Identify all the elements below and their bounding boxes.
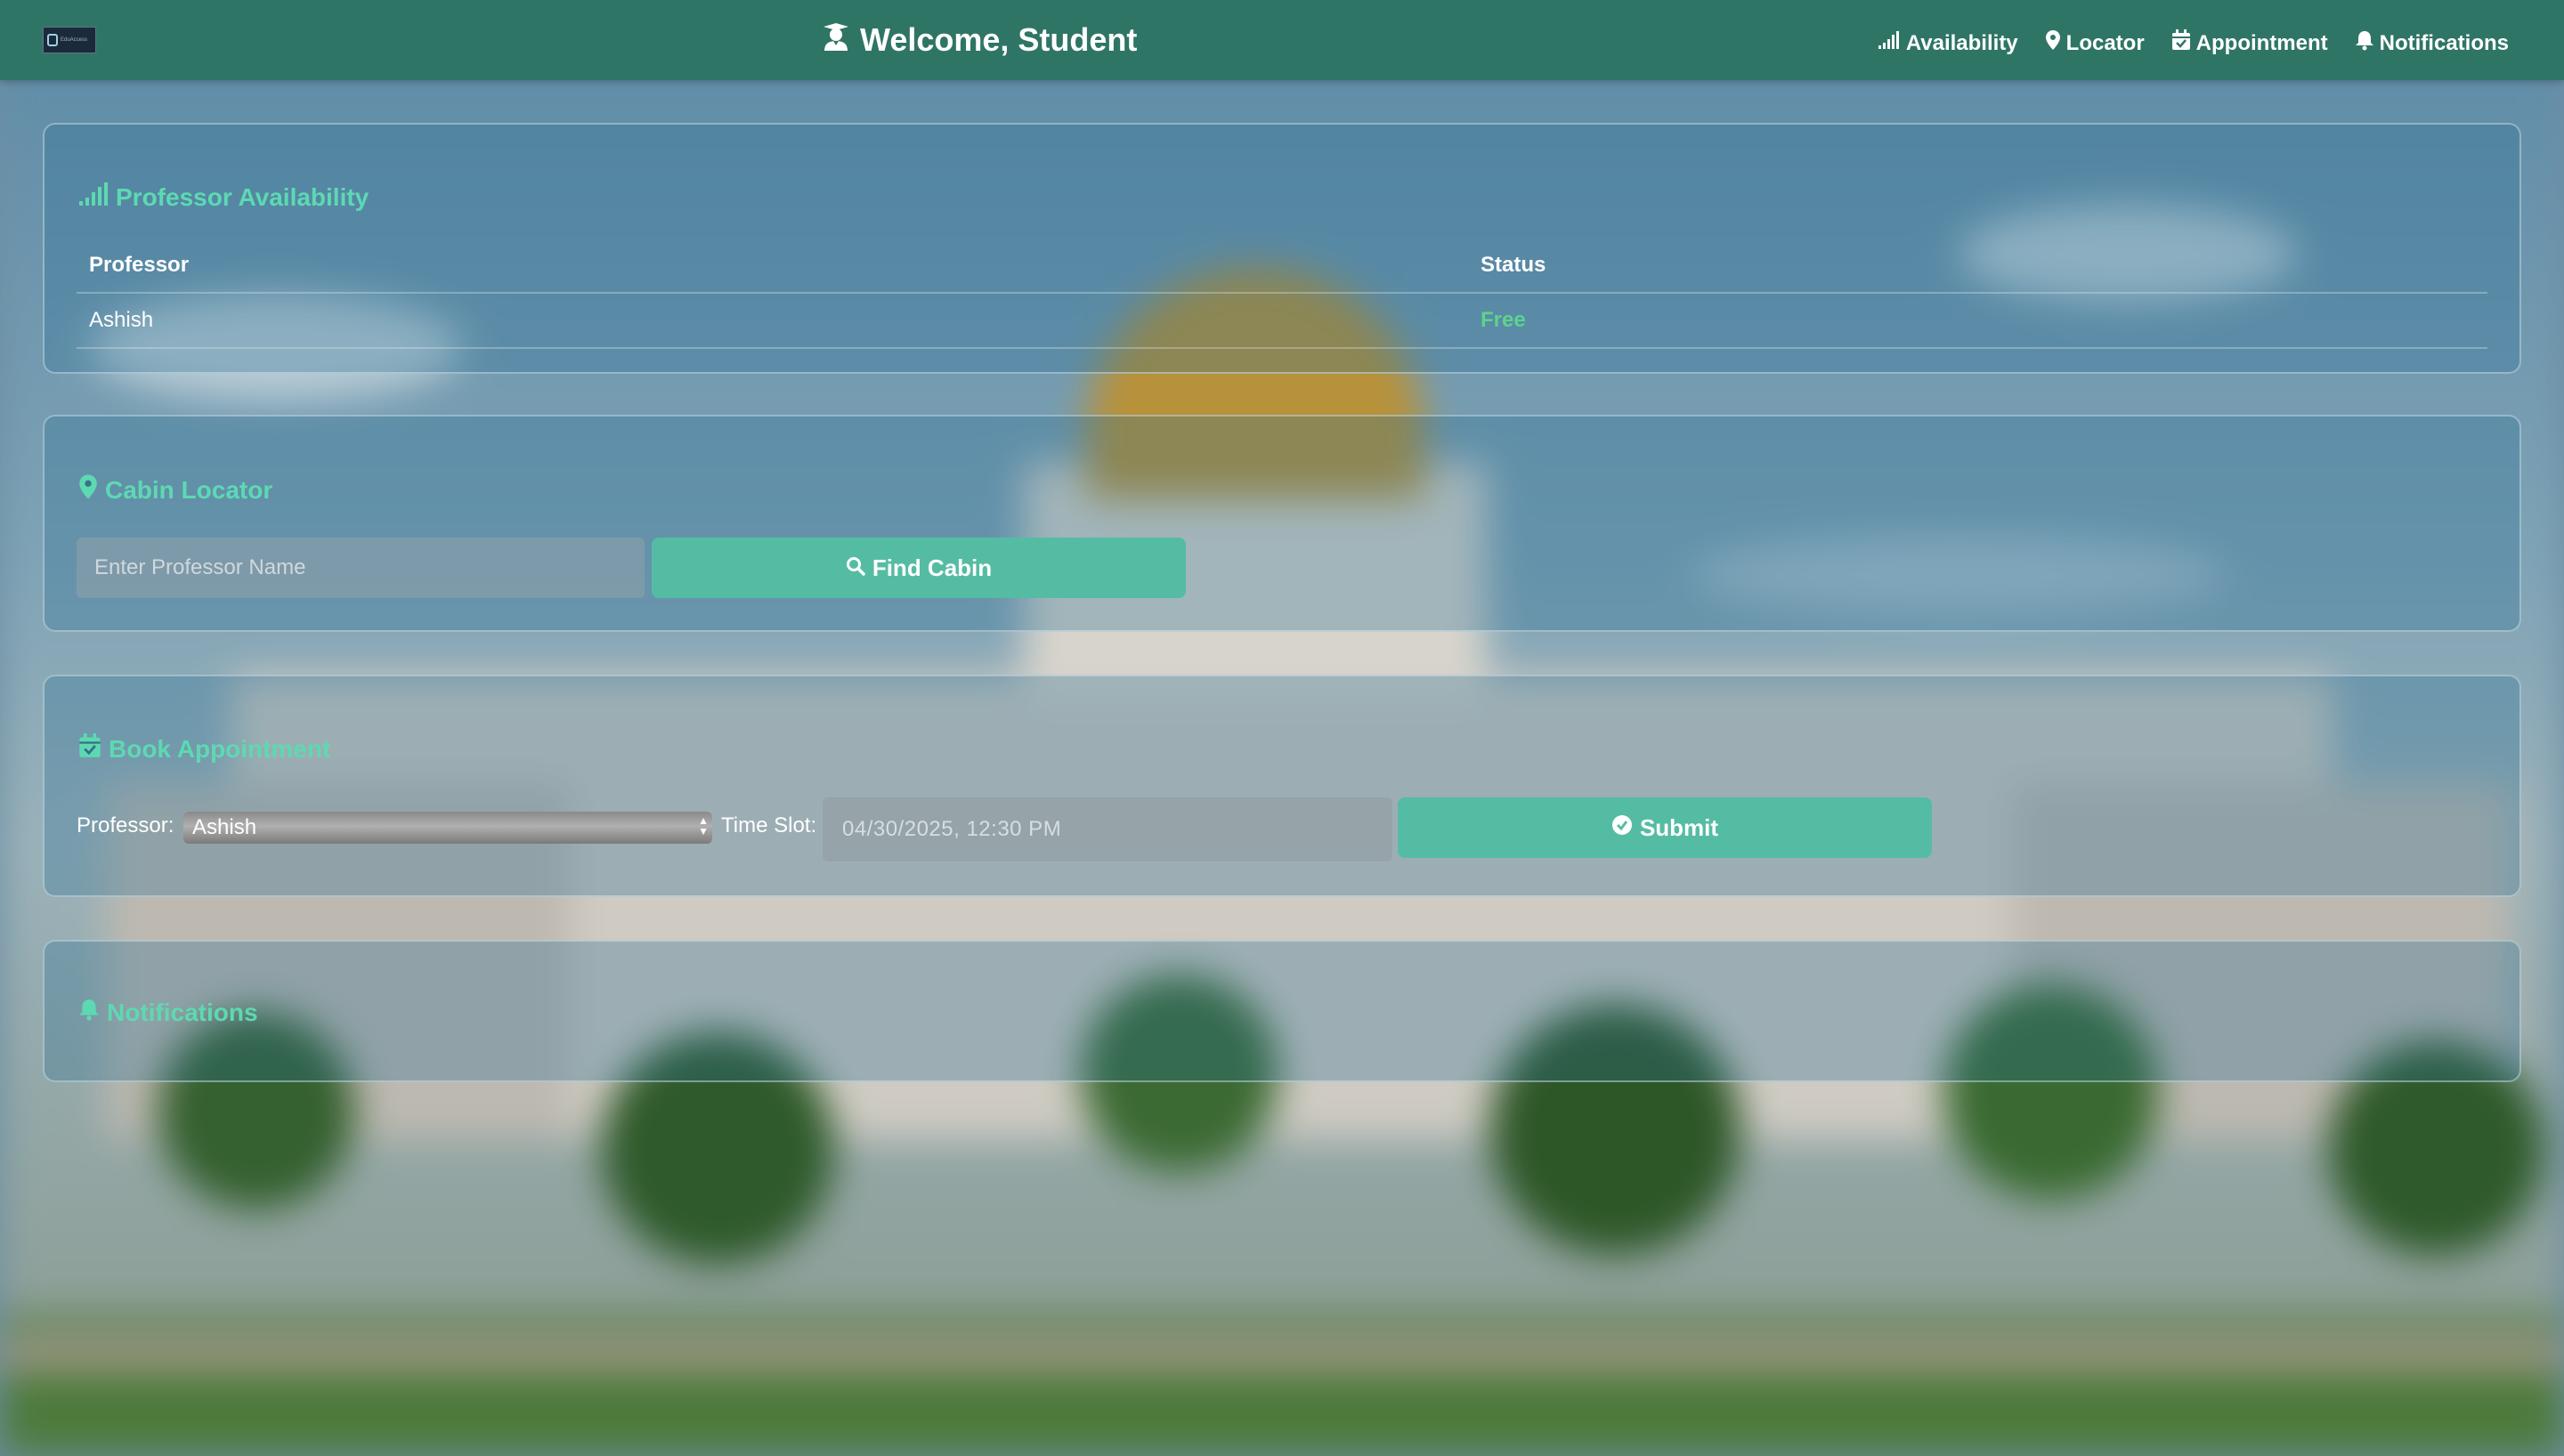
- logo-mark-icon: [47, 34, 58, 46]
- availability-table: Professor Status Ashish Free: [77, 239, 2487, 349]
- signal-bars-icon: [78, 182, 109, 213]
- nav-appointment[interactable]: Appointment: [2171, 29, 2328, 57]
- calendar-check-icon: [2171, 29, 2191, 57]
- table-row: Ashish Free: [77, 293, 2487, 349]
- logo-wordmark: EduAccess: [61, 37, 88, 43]
- availability-heading-text: Professor Availability: [116, 182, 369, 211]
- map-pin-icon: [2045, 29, 2061, 57]
- signal-bars-icon: [1878, 30, 1901, 56]
- table-header-row: Professor Status: [77, 239, 2487, 294]
- time-slot-value: 04/30/2025, 12:30 PM: [842, 817, 1062, 841]
- calendar-check-icon: [78, 733, 101, 764]
- main-nav: Availability Locator Appointment Notific…: [1878, 29, 2509, 57]
- search-icon: [846, 554, 865, 582]
- check-circle-icon: [1611, 814, 1633, 842]
- nav-notifications-label: Notifications: [2379, 30, 2509, 55]
- bell-icon: [2355, 29, 2374, 57]
- professor-name-input[interactable]: [77, 538, 645, 598]
- graduate-icon: [821, 21, 851, 60]
- bell-icon: [78, 997, 100, 1028]
- book-appointment-heading: Book Appointment: [78, 733, 330, 764]
- nav-locator-label: Locator: [2065, 30, 2145, 55]
- time-slot-input[interactable]: 04/30/2025, 12:30 PM: [823, 797, 1392, 861]
- find-cabin-button[interactable]: Find Cabin: [652, 538, 1186, 598]
- cabin-locator-card: Cabin Locator Find Cabin: [43, 415, 2521, 632]
- title-text: Welcome, Student: [860, 21, 1138, 58]
- availability-card: Professor Availability Professor Status …: [43, 123, 2521, 374]
- nav-appointment-label: Appointment: [2195, 30, 2328, 55]
- nav-notifications[interactable]: Notifications: [2355, 29, 2509, 57]
- find-cabin-button-label: Find Cabin: [872, 554, 993, 581]
- nav-availability[interactable]: Availability: [1878, 29, 2018, 57]
- status-cell: Free: [1468, 293, 2487, 349]
- submit-button-label: Submit: [1639, 813, 1719, 841]
- cabin-locator-heading-text: Cabin Locator: [105, 475, 273, 504]
- professor-select[interactable]: Ashish ▲ ▼: [183, 812, 712, 844]
- book-appointment-heading-text: Book Appointment: [109, 734, 331, 763]
- notifications-heading: Notifications: [78, 997, 258, 1028]
- notifications-card: Notifications: [43, 940, 2521, 1082]
- availability-heading: Professor Availability: [78, 182, 369, 213]
- book-appointment-card: Book Appointment Professor: Ashish ▲ ▼ Ti…: [43, 675, 2521, 897]
- top-navbar: EduAccess Welcome, Student Availability: [0, 0, 2564, 80]
- column-header-status: Status: [1468, 239, 2487, 294]
- notifications-heading-text: Notifications: [107, 998, 258, 1026]
- professor-name-cell: Ashish: [77, 293, 1468, 349]
- cabin-locator-heading: Cabin Locator: [78, 473, 272, 506]
- column-header-professor: Professor: [77, 239, 1468, 294]
- submit-button[interactable]: Submit: [1398, 797, 1932, 858]
- professor-select-value: Ashish: [192, 815, 257, 839]
- nav-availability-label: Availability: [1905, 30, 2018, 55]
- page-title: Welcome, Student: [821, 18, 1137, 62]
- app-logo[interactable]: EduAccess: [43, 27, 96, 53]
- professor-label: Professor:: [77, 813, 174, 837]
- select-arrows-icon: ▲ ▼: [698, 814, 709, 837]
- map-pin-icon: [78, 473, 98, 506]
- time-slot-label: Time Slot:: [721, 813, 817, 837]
- nav-locator[interactable]: Locator: [2045, 29, 2145, 57]
